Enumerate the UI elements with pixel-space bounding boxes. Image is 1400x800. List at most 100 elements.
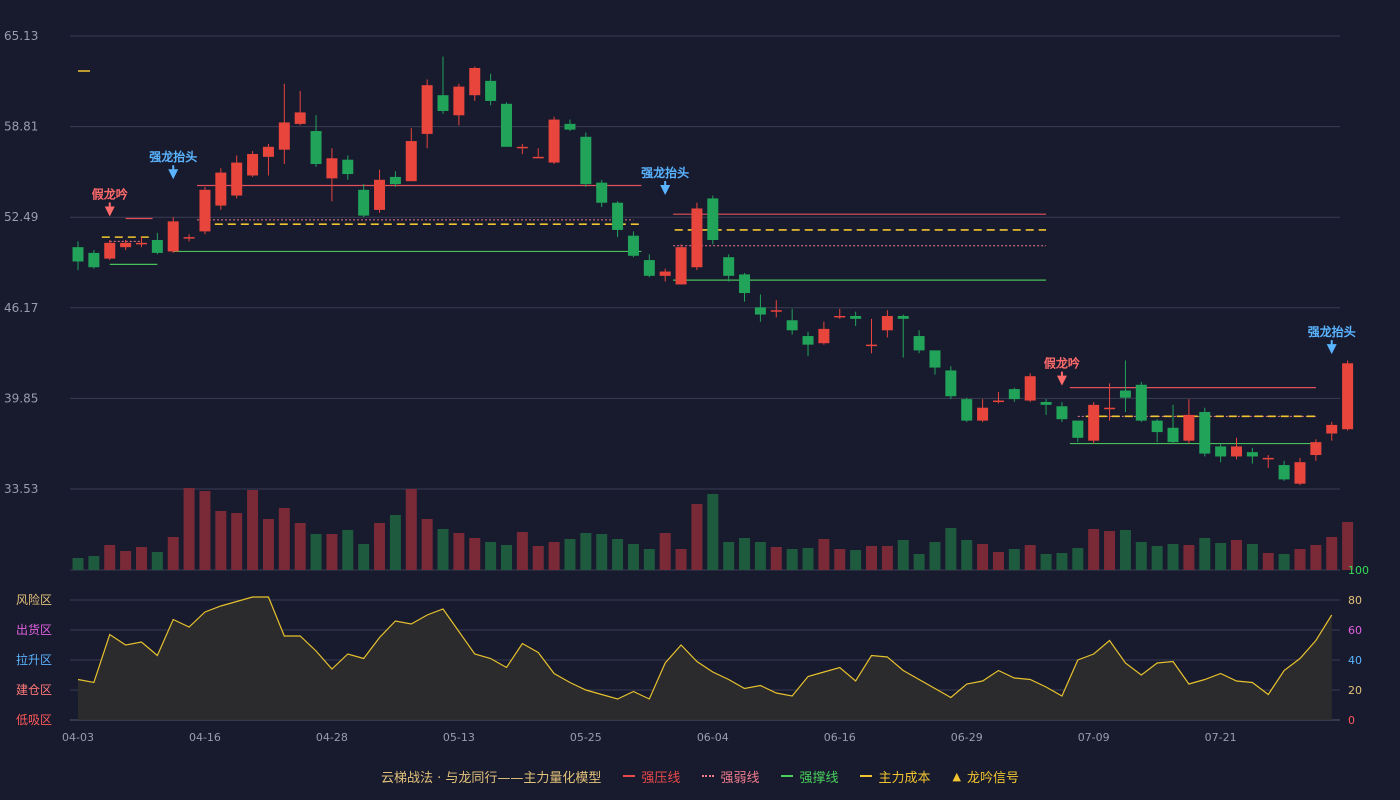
candle-body[interactable] [1119,390,1131,398]
candle-body[interactable] [167,221,179,252]
candle-body[interactable] [1072,420,1084,438]
candle-body[interactable] [1231,446,1243,457]
candle-body[interactable] [1056,406,1068,420]
candle-body[interactable] [961,399,973,421]
candle-body[interactable] [358,189,370,216]
candle-body[interactable] [1326,424,1338,434]
candle-body[interactable] [802,336,814,345]
legend-item-weak[interactable]: 强弱线 [702,767,759,786]
candle-body[interactable] [231,162,243,196]
candle-body[interactable] [897,315,909,319]
candle-body[interactable] [1151,420,1163,433]
candle-body[interactable] [294,112,306,124]
candle-body[interactable] [120,242,132,248]
candle-body[interactable] [754,307,766,315]
candle-body[interactable] [675,247,687,285]
candle-body[interactable] [1278,465,1290,480]
candle-body[interactable] [532,156,544,159]
volume-bars [72,488,1354,570]
candle-body[interactable] [310,131,322,165]
candle-body[interactable] [564,123,576,130]
candle-body[interactable] [1008,389,1020,400]
candle-body[interactable] [596,182,608,203]
volume-bar [326,534,338,570]
candle-body[interactable] [88,252,100,268]
candle-body[interactable] [850,315,862,319]
candle-body[interactable] [500,103,512,147]
candle-body[interactable] [627,235,639,256]
candle-body[interactable] [1183,414,1195,441]
candle-body[interactable] [723,257,735,276]
price-tick-label: 39.85 [4,391,38,405]
candle-body[interactable] [421,85,433,134]
candle-body[interactable] [262,146,274,157]
candle-body[interactable] [469,67,481,96]
candle-body[interactable] [437,95,449,111]
candle-body[interactable] [151,239,163,253]
legend-item-pressure[interactable]: 强压线 [623,767,680,786]
candle-body[interactable] [643,260,655,276]
candle-body[interactable] [659,271,671,276]
legend-weak-label: 强弱线 [720,770,760,786]
volume-bar [469,538,481,570]
candle-body[interactable] [485,80,497,101]
candle-body[interactable] [1024,376,1036,401]
candle-body[interactable] [770,310,782,312]
candle-body[interactable] [1215,446,1227,457]
volume-bar [596,534,608,570]
candle-body[interactable] [913,336,925,351]
legend-item-support[interactable]: 强撑线 [781,767,838,786]
candle-body[interactable] [1294,462,1306,484]
candle-body[interactable] [389,176,401,185]
volume-bar [707,494,719,570]
candle-body[interactable] [992,400,1004,403]
candle-body[interactable] [342,159,354,175]
candle-body[interactable] [1342,363,1354,430]
candle-body[interactable] [1167,427,1179,443]
candle-body[interactable] [183,237,195,239]
candle-body[interactable] [580,136,592,185]
candle-body[interactable] [1199,412,1211,454]
candle-body[interactable] [548,119,560,163]
legend-item-signal[interactable]: ▲ 龙吟信号 [952,767,1018,786]
candle-body[interactable] [707,198,719,240]
osc-area-fill [78,597,1332,720]
candle-body[interactable] [612,202,624,230]
candle-body[interactable] [72,247,84,262]
candle-body[interactable] [866,344,877,347]
candle-body[interactable] [1088,404,1100,441]
candle-body[interactable] [1310,442,1322,456]
candle-body[interactable] [881,315,893,331]
candle-body[interactable] [1104,407,1116,410]
candle-body[interactable] [104,242,116,259]
volume-bar [1135,542,1147,570]
candle-body[interactable] [199,189,211,232]
legend-item-cost[interactable]: 主力成本 [860,767,930,786]
volume-bar [643,549,655,570]
candle-body[interactable] [1135,384,1147,421]
candle-body[interactable] [374,179,386,210]
candle-body[interactable] [1262,457,1274,460]
candle-body[interactable] [453,86,465,116]
candle-body[interactable] [977,407,989,421]
candle-body[interactable] [739,274,751,294]
candlesticks[interactable] [72,56,1354,486]
candle-body[interactable] [929,350,941,368]
volume-bar [659,533,671,570]
triangle-icon: ▲ [952,769,961,783]
candle-body[interactable] [786,320,798,331]
volume-bar [929,542,941,570]
candle-body[interactable] [215,172,227,206]
candle-body[interactable] [691,208,703,268]
candle-body[interactable] [278,122,290,150]
candle-body[interactable] [247,153,259,176]
candle-body[interactable] [135,242,147,245]
candle-body[interactable] [516,146,528,149]
candle-body[interactable] [818,328,830,344]
candle-body[interactable] [326,158,338,179]
candle-body[interactable] [1040,401,1052,405]
candle-body[interactable] [945,370,957,397]
candle-body[interactable] [1246,452,1258,457]
candle-body[interactable] [834,315,846,318]
candle-body[interactable] [405,141,417,182]
